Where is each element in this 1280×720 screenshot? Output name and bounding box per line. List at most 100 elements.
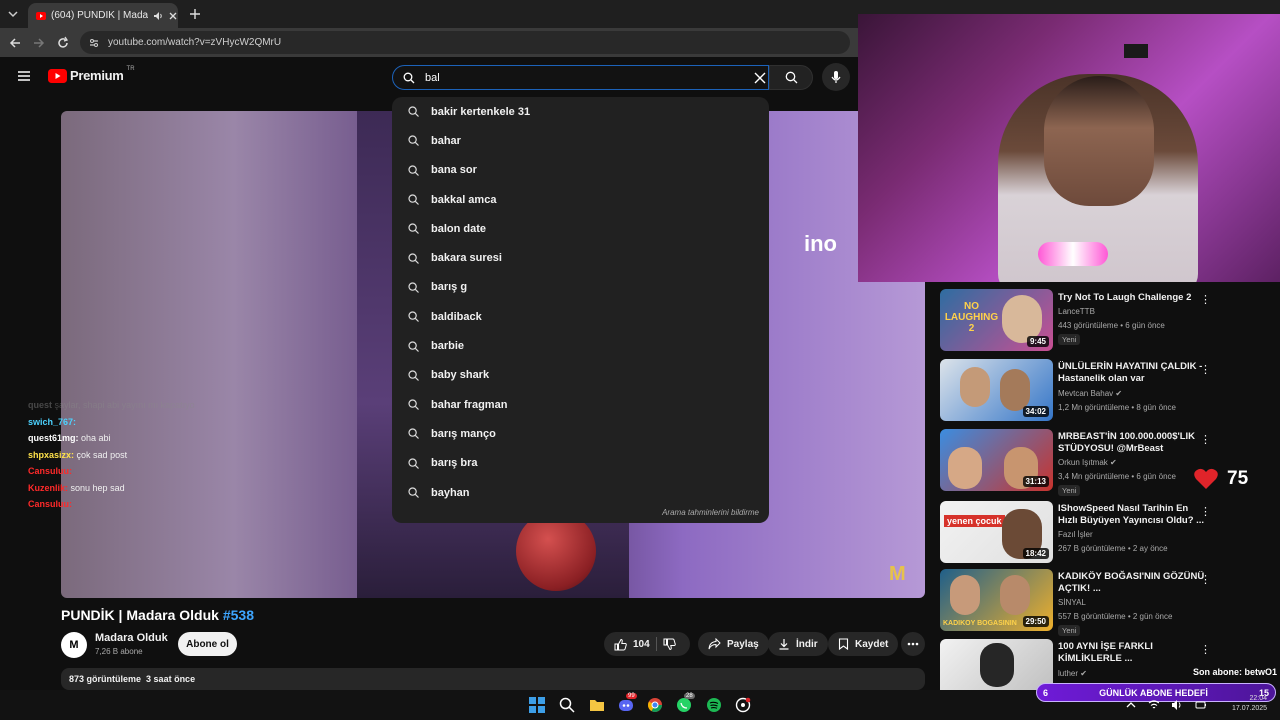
suggestion-item[interactable]: barbie xyxy=(392,331,769,360)
download-button[interactable]: İndir xyxy=(768,632,828,656)
suggestion-item[interactable]: bahar fragman xyxy=(392,390,769,419)
more-vertical-icon[interactable]: ⋮ xyxy=(1200,293,1211,306)
video-description[interactable]: 873 görüntüleme 3 saat önce xyxy=(61,668,925,690)
streaming-app-icon[interactable] xyxy=(735,697,751,713)
new-tab-icon[interactable] xyxy=(189,8,201,20)
recommendation-channel[interactable]: luther xyxy=(1058,669,1078,678)
channel-name[interactable]: Madara Olduk xyxy=(95,632,168,644)
video-thumbnail[interactable]: 34:02 xyxy=(940,359,1053,421)
chat-user: Cansuluu: xyxy=(28,499,72,509)
share-button[interactable]: Paylaş xyxy=(698,632,769,656)
recommendation-item[interactable]: KADIKÖY BOĞASININ GÖZ 29:50 KADIKÖY BOĞA… xyxy=(940,569,1220,636)
suggestion-item[interactable]: barış manço xyxy=(392,419,769,448)
subscribe-button[interactable]: Abone ol xyxy=(178,632,237,656)
search-icon[interactable] xyxy=(559,697,575,713)
suggestion-item[interactable]: bana sor xyxy=(392,156,769,185)
chat-user: shpxasizx: xyxy=(28,449,75,460)
suggestion-text: bakkal amca xyxy=(431,193,497,206)
menu-icon[interactable] xyxy=(17,70,31,82)
voice-search-button[interactable] xyxy=(822,63,850,91)
heart-icon xyxy=(1194,468,1218,489)
speaker-icon[interactable] xyxy=(153,11,163,21)
more-vertical-icon[interactable]: ⋮ xyxy=(1200,505,1211,518)
recommendation-channel[interactable]: SİNYAL xyxy=(1058,598,1086,607)
report-suggestions-link[interactable]: Arama tahminlerini bildirme xyxy=(662,508,759,517)
windows-start-icon[interactable] xyxy=(529,697,545,713)
system-clock[interactable]: 22:04 17.07.2025 xyxy=(1232,694,1267,714)
recommendation-channel-row[interactable]: luther ✔ xyxy=(1058,669,1087,678)
video-thumbnail[interactable]: 31:13 xyxy=(940,429,1053,491)
recommendation-channel-row[interactable]: Orkun Işıtmak ✔ xyxy=(1058,458,1117,467)
recommendation-meta: 1,2 Mn görüntüleme • 8 gün önce xyxy=(1058,403,1176,412)
recommendation-title[interactable]: IShowSpeed Nasıl Tarihin En Hızlı Büyüye… xyxy=(1058,503,1208,527)
system-tray[interactable] xyxy=(1126,697,1207,713)
suggestion-item[interactable]: balon date xyxy=(392,214,769,243)
more-vertical-icon[interactable]: ⋮ xyxy=(1200,433,1211,446)
recommendation-item[interactable]: 31:13 MRBEAST'İN 100.000.000$'LIK STÜDYO… xyxy=(940,429,1220,496)
window-minimize-icon[interactable] xyxy=(1124,44,1148,58)
recommendation-item[interactable]: NO LAUGHING 2 9:45 Try Not To Laugh Chal… xyxy=(940,289,1220,351)
video-thumbnail[interactable]: NO LAUGHING 2 9:45 xyxy=(940,289,1053,351)
recommendation-channel[interactable]: Mevtcan Bahav xyxy=(1058,389,1113,398)
recommendation-title[interactable]: KADIKÖY BOĞASI'NIN GÖZÜNÜ AÇTIK! ... xyxy=(1058,571,1208,595)
clear-search-icon[interactable] xyxy=(754,72,766,84)
search-input[interactable]: bal xyxy=(425,72,440,84)
share-label: Paylaş xyxy=(727,638,759,650)
chrome-icon[interactable] xyxy=(647,697,663,713)
browser-toolbar: youtube.com/watch?v=zVHycW2QMrU xyxy=(0,28,858,57)
back-icon[interactable] xyxy=(8,36,22,50)
spotify-icon[interactable] xyxy=(706,697,722,713)
recommendation-title[interactable]: MRBEAST'İN 100.000.000$'LIK STÜDYOSU! @M… xyxy=(1058,431,1208,455)
suggestion-item[interactable]: bahar xyxy=(392,126,769,155)
browser-tab[interactable]: (604) PUNDİK | Madara Olduk xyxy=(28,3,178,28)
address-bar[interactable]: youtube.com/watch?v=zVHycW2QMrU xyxy=(80,31,850,54)
more-vertical-icon[interactable]: ⋮ xyxy=(1200,573,1211,586)
like-count: 104 xyxy=(633,638,650,650)
chat-text: şaylar, shapi abi yayını mı kapatıyo xyxy=(54,400,195,410)
whatsapp-icon[interactable]: 28 xyxy=(676,693,695,713)
video-thumbnail[interactable] xyxy=(940,639,1053,690)
search-button[interactable] xyxy=(769,65,813,90)
network-icon xyxy=(1148,700,1159,709)
recommendation-title[interactable]: 100 AYNI İŞE FARKLI KİMLİKLERLE ... xyxy=(1058,641,1208,665)
recommendation-item[interactable]: yenen çocuk 18:42 IShowSpeed Nasıl Tarih… xyxy=(940,501,1220,563)
like-button[interactable]: 104 xyxy=(614,638,650,651)
like-dislike-group: 104 xyxy=(604,632,690,656)
reload-icon[interactable] xyxy=(56,36,70,50)
tab-list-icon[interactable] xyxy=(6,8,20,20)
chat-message: Cansuluu: xyxy=(28,463,288,480)
more-vertical-icon[interactable]: ⋮ xyxy=(1200,363,1211,376)
suggestion-item[interactable]: bayhan xyxy=(392,478,769,507)
save-button[interactable]: Kaydet xyxy=(828,632,899,656)
video-hashtag[interactable]: #538 xyxy=(223,607,254,623)
youtube-logo[interactable]: Premium TR xyxy=(48,66,135,83)
search-box[interactable]: bal xyxy=(392,65,769,90)
recommendation-channel[interactable]: Fazıl İşler xyxy=(1058,530,1093,539)
file-explorer-icon[interactable] xyxy=(589,697,605,713)
recommendation-channel[interactable]: LanceTTB xyxy=(1058,307,1095,316)
suggestion-item[interactable]: bakara suresi xyxy=(392,243,769,272)
recommendation-channel[interactable]: Orkun Işıtmak xyxy=(1058,458,1108,467)
recommendation-channel-row[interactable]: Mevtcan Bahav ✔ xyxy=(1058,389,1122,398)
recommendation-item[interactable]: 34:02 ÜNLÜLERİN HAYATINI ÇALDIK - Hastan… xyxy=(940,359,1220,421)
discord-badge: 99 xyxy=(626,693,637,699)
discord-icon[interactable]: 99 xyxy=(618,693,637,713)
video-thumbnail[interactable]: yenen çocuk 18:42 xyxy=(940,501,1053,563)
forward-icon[interactable] xyxy=(32,36,46,50)
suggestion-item[interactable]: baldiback xyxy=(392,302,769,331)
site-info-icon[interactable] xyxy=(88,37,100,49)
more-vertical-icon[interactable]: ⋮ xyxy=(1200,643,1211,656)
suggestion-item[interactable]: barış g xyxy=(392,273,769,302)
recommendation-title[interactable]: ÜNLÜLERİN HAYATINI ÇALDIK - Hastanelik o… xyxy=(1058,361,1208,385)
more-actions-button[interactable] xyxy=(901,632,925,656)
suggestion-item[interactable]: bakir kertenkele 31 xyxy=(392,97,769,126)
suggestion-item[interactable]: bakkal amca xyxy=(392,185,769,214)
suggestion-item[interactable]: baby shark xyxy=(392,361,769,390)
video-thumbnail[interactable]: KADIKÖY BOĞASININ GÖZ 29:50 xyxy=(940,569,1053,631)
close-tab-icon[interactable] xyxy=(168,11,178,21)
search-icon xyxy=(408,135,419,147)
channel-avatar[interactable]: M xyxy=(61,632,87,658)
dislike-button[interactable] xyxy=(663,638,676,651)
suggestion-item[interactable]: barış bra xyxy=(392,449,769,478)
recommendation-title[interactable]: Try Not To Laugh Challenge 2 xyxy=(1058,292,1208,304)
